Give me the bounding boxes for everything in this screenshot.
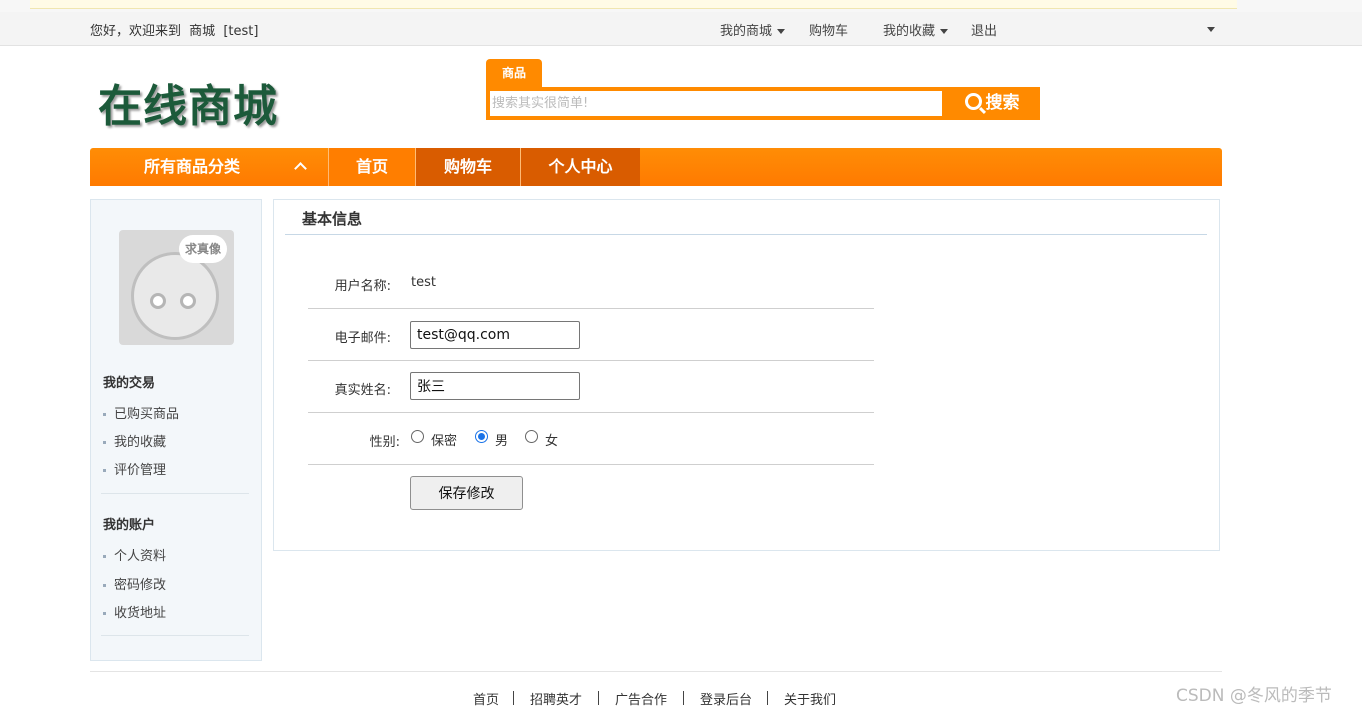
bullet-icon (103, 441, 106, 444)
search-tab-products[interactable]: 商品 (486, 59, 542, 87)
realname-label: 真实姓名: (334, 383, 391, 398)
gender-label: 性别: (369, 435, 400, 450)
sidebar-item-label: 我的收藏 (114, 435, 167, 450)
sidebar-item-purchased[interactable]: 已购买商品 (103, 403, 179, 422)
gender-radio-secret[interactable] (411, 430, 424, 443)
footer-link-home[interactable]: 首页 (473, 689, 499, 708)
sidebar-item-label: 个人资料 (114, 549, 167, 564)
sidebar-item-label: 收货地址 (114, 606, 167, 621)
gender-radio-female[interactable] (525, 430, 538, 443)
gender-option-male: 男 (495, 434, 509, 449)
chevron-down-icon (777, 29, 786, 34)
chevron-up-icon (294, 162, 307, 175)
username-label: 用户名称: (334, 279, 391, 294)
avatar-face (131, 252, 219, 340)
search-input[interactable] (490, 91, 942, 116)
browser-top-strip (0, 0, 1362, 12)
my-mall-link[interactable]: 我的商城 (720, 20, 786, 39)
bullet-icon (103, 413, 106, 416)
avatar-eye (150, 293, 166, 309)
welcome-text: 您好，欢迎来到 商城 [test] (90, 20, 262, 39)
footer-link-careers[interactable]: 招聘英才 (530, 689, 582, 708)
panel-title: 基本信息 (302, 210, 363, 228)
top-bar: 您好，欢迎来到 商城 [test] 我的商城 购物车 我的收藏 退出 (0, 12, 1362, 46)
favorites-label: 我的收藏 (883, 24, 936, 39)
all-categories-toggle[interactable]: 所有商品分类 (90, 148, 328, 186)
watermark: CSDN @冬风的季节 (1176, 686, 1332, 706)
row-divider (308, 360, 874, 361)
sidebar-item-label: 已购买商品 (114, 407, 180, 422)
sidebar-item-address[interactable]: 收货地址 (103, 602, 166, 621)
sidebar-item-reviews[interactable]: 评价管理 (103, 459, 166, 478)
nav-home[interactable]: 首页 (329, 148, 415, 186)
bullet-icon (103, 555, 106, 558)
nav-cart[interactable]: 购物车 (416, 148, 520, 186)
sidebar-item-label: 评价管理 (114, 463, 167, 478)
footer-separator (767, 691, 768, 705)
email-label: 电子邮件: (334, 331, 391, 346)
search-icon (964, 93, 982, 110)
save-button[interactable]: 保存修改 (410, 476, 523, 510)
footer-separator (513, 691, 514, 705)
sidebar-divider (101, 493, 249, 494)
footer-divider (90, 671, 1222, 672)
all-categories-label: 所有商品分类 (144, 157, 241, 176)
top-cart-link[interactable]: 购物车 (809, 20, 848, 39)
sidebar-item-profile[interactable]: 个人资料 (103, 545, 166, 564)
avatar[interactable]: 求真像 (119, 230, 234, 345)
gender-radio-male[interactable] (475, 430, 488, 443)
panel-title-divider (285, 234, 1207, 235)
site-name-link[interactable]: 商城 (189, 24, 215, 39)
sidebar-heading-trade: 我的交易 (103, 376, 156, 391)
chevron-down-icon (940, 29, 949, 34)
footer-link-ads[interactable]: 广告合作 (615, 689, 667, 708)
sidebar-divider (101, 635, 249, 636)
row-divider (308, 464, 874, 465)
username-value: test (411, 275, 436, 290)
chevron-down-icon[interactable] (1207, 27, 1215, 32)
nav-user-center[interactable]: 个人中心 (521, 148, 640, 186)
footer-link-about[interactable]: 关于我们 (784, 689, 836, 708)
row-divider (308, 308, 874, 309)
email-field[interactable] (410, 321, 580, 349)
profile-panel: 基本信息 用户名称: test 电子邮件: 真实姓名: 性别: 保密 男 女 保… (273, 199, 1220, 551)
bullet-icon (103, 612, 106, 615)
gender-option-female: 女 (545, 434, 559, 449)
bullet-icon (103, 469, 106, 472)
bullet-icon (103, 584, 106, 587)
favorites-link[interactable]: 我的收藏 (883, 20, 949, 39)
my-mall-label: 我的商城 (720, 24, 773, 39)
gender-option-secret: 保密 (431, 434, 458, 449)
logout-link[interactable]: 退出 (971, 20, 997, 39)
username-label: [test] (223, 24, 259, 39)
footer-separator (683, 691, 684, 705)
site-logo[interactable]: 在线商城 (98, 70, 278, 134)
row-divider (308, 412, 874, 413)
search-button-label: 搜索 (985, 93, 1020, 113)
sidebar-item-favorites[interactable]: 我的收藏 (103, 431, 166, 450)
sidebar-item-label: 密码修改 (114, 578, 167, 593)
welcome-label: 您好，欢迎来到 (90, 24, 182, 39)
avatar-eye (180, 293, 196, 309)
sidebar-heading-account: 我的账户 (103, 518, 156, 533)
sidebar-item-password[interactable]: 密码修改 (103, 574, 166, 593)
footer-separator (598, 691, 599, 705)
realname-field[interactable] (410, 372, 580, 400)
footer-link-admin[interactable]: 登录后台 (700, 689, 752, 708)
notice-strip (30, 0, 1237, 9)
avatar-bubble: 求真像 (179, 235, 227, 263)
search-button[interactable]: 搜索 (946, 89, 1038, 118)
main-nav: 所有商品分类 首页 购物车 个人中心 (90, 148, 1222, 186)
sidebar: 求真像 我的交易 已购买商品 我的收藏 评价管理 我的账户 个人资料 密码修改 … (90, 199, 262, 661)
